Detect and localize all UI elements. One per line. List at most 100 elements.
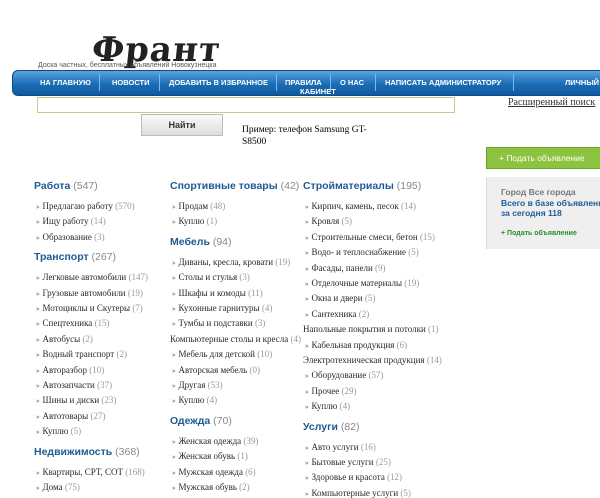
subcategory-link[interactable]: »Компьютерные столы и кресла (4) <box>170 334 301 344</box>
subcategory-link[interactable]: » Кабельная продукция (6) <box>305 340 407 350</box>
subcategory-label[interactable]: Куплю <box>179 395 207 405</box>
subcategory-label[interactable]: Куплю <box>312 401 340 411</box>
subcategory-label[interactable]: Мужская одежда <box>179 467 246 477</box>
subcategory-label[interactable]: Фасады, панели <box>312 263 376 273</box>
subcategory-link[interactable]: » Водо- и теплоснабжение (5) <box>305 247 419 257</box>
nav-about[interactable]: О НАС <box>340 78 364 87</box>
search-input[interactable] <box>37 97 455 113</box>
category-heading[interactable]: Мебель (94) <box>170 236 232 248</box>
add-ad-link[interactable]: + Подать объявление <box>501 230 577 237</box>
nav-add-favorites[interactable]: ДОБАВИТЬ В ИЗБРАННОЕ <box>169 78 268 87</box>
nav-write-admin[interactable]: НАПИСАТЬ АДМИНИСТРАТОРУ <box>385 78 501 87</box>
subcategory-link[interactable]: »Напольные покрытия и потолки (1) <box>303 324 439 334</box>
subcategory-label[interactable]: Автотовары <box>43 411 91 421</box>
category-heading[interactable]: Одежда (70) <box>170 415 232 427</box>
category-heading[interactable]: Спортивные товары (42) <box>170 180 299 192</box>
subcategory-label[interactable]: Ищу работу <box>43 216 91 226</box>
subcategory-link[interactable]: » Кухонные гарнитуры (4) <box>172 303 272 313</box>
subcategory-link[interactable]: » Автобусы (2) <box>36 334 93 344</box>
subcategory-link[interactable]: » Женская обувь (1) <box>172 451 248 461</box>
category-heading[interactable]: Услуги (82) <box>303 421 360 433</box>
subcategory-link[interactable]: » Ищу работу (14) <box>36 216 106 226</box>
subcategory-link[interactable]: » Оборудование (57) <box>305 370 383 380</box>
subcategory-label[interactable]: Здоровье и красота <box>312 472 388 482</box>
category-title[interactable]: Недвижимость <box>34 446 115 458</box>
subcategory-label[interactable]: Напольные покрытия и потолки <box>303 324 428 334</box>
subcategory-label[interactable]: Спецтехника <box>43 318 95 328</box>
subcategory-label[interactable]: Кухонные гарнитуры <box>179 303 262 313</box>
subcategory-link[interactable]: » Предлагаю работу (570) <box>36 201 135 211</box>
subcategory-label[interactable]: Куплю <box>43 426 71 436</box>
subcategory-link[interactable]: » Кирпич, камень, песок (14) <box>305 201 416 211</box>
nav-cabinet-2[interactable]: КАБИНЕТ <box>300 87 336 96</box>
subcategory-label[interactable]: Строительные смеси, бетон <box>312 232 420 242</box>
subcategory-link[interactable]: » Столы и стулья (3) <box>172 272 250 282</box>
subcategory-label[interactable]: Компьютерные услуги <box>312 488 401 498</box>
subcategory-label[interactable]: Продам <box>179 201 211 211</box>
subcategory-link[interactable]: » Диваны, кресла, кровати (19) <box>172 257 290 267</box>
subcategory-link[interactable]: » Образование (3) <box>36 232 105 242</box>
subcategory-label[interactable]: Грузовые автомобили <box>43 288 128 298</box>
subcategory-link[interactable]: » Квартиры, СРТ, СОТ (168) <box>36 467 145 477</box>
city-label[interactable]: Город Все города <box>501 187 576 197</box>
subcategory-link[interactable]: » Продам (48) <box>172 201 225 211</box>
category-title[interactable]: Работа <box>34 180 73 192</box>
subcategory-link[interactable]: » Куплю (4) <box>305 401 350 411</box>
subcategory-label[interactable]: Столы и стулья <box>179 272 240 282</box>
subcategory-label[interactable]: Компьютерные столы и кресла <box>170 334 291 344</box>
subcategory-link[interactable]: » Грузовые автомобили (19) <box>36 288 143 298</box>
subcategory-label[interactable]: Авторазбор <box>43 365 90 375</box>
subcategory-link[interactable]: » Шкафы и комоды (11) <box>172 288 263 298</box>
category-title[interactable]: Мебель <box>170 236 213 248</box>
subcategory-label[interactable]: Женская обувь <box>179 451 238 461</box>
subcategory-label[interactable]: Кровля <box>312 216 342 226</box>
subcategory-label[interactable]: Мужская обувь <box>179 482 240 492</box>
subcategory-link[interactable]: » Куплю (1) <box>172 216 217 226</box>
subcategory-link[interactable]: » Бытовые услуги (25) <box>305 457 391 467</box>
subcategory-link[interactable]: » Мотоциклы и Скутеры (7) <box>36 303 143 313</box>
subcategory-link[interactable]: » Сантехника (2) <box>305 309 369 319</box>
subcategory-link[interactable]: » Здоровье и красота (12) <box>305 472 402 482</box>
subcategory-label[interactable]: Окна и двери <box>312 293 365 303</box>
subcategory-label[interactable]: Водо- и теплоснабжение <box>312 247 409 257</box>
subcategory-link[interactable]: » Строительные смеси, бетон (15) <box>305 232 435 242</box>
subcategory-link[interactable]: » Мужская одежда (6) <box>172 467 256 477</box>
subcategory-label[interactable]: Диваны, кресла, кровати <box>179 257 276 267</box>
subcategory-label[interactable]: Кирпич, камень, песок <box>312 201 401 211</box>
nav-cabinet-1[interactable]: ЛИЧНЫЙ <box>565 78 599 87</box>
subcategory-label[interactable]: Мебель для детской <box>179 349 258 359</box>
subcategory-link[interactable]: » Компьютерные услуги (5) <box>305 488 411 498</box>
subcategory-label[interactable]: Отделочные материалы <box>312 278 405 288</box>
category-title[interactable]: Услуги <box>303 421 341 433</box>
subcategory-label[interactable]: Оборудование <box>312 370 369 380</box>
subcategory-link[interactable]: » Дома (75) <box>36 482 80 492</box>
subcategory-label[interactable]: Предлагаю работу <box>43 201 116 211</box>
subcategory-link[interactable]: » Фасады, панели (9) <box>305 263 386 273</box>
subcategory-link[interactable]: » Водный транспорт (2) <box>36 349 127 359</box>
category-title[interactable]: Спортивные товары <box>170 180 281 192</box>
subcategory-label[interactable]: Прочее <box>312 386 342 396</box>
subcategory-link[interactable]: » Мебель для детской (10) <box>172 349 272 359</box>
category-heading[interactable]: Транспорт (267) <box>34 251 116 263</box>
category-title[interactable]: Стройматериалы <box>303 180 397 192</box>
category-title[interactable]: Транспорт <box>34 251 92 263</box>
subcategory-label[interactable]: Женская одежда <box>179 436 244 446</box>
subcategory-label[interactable]: Шины и диски <box>43 395 102 405</box>
nav-news[interactable]: НОВОСТИ <box>112 78 150 87</box>
subcategory-link[interactable]: » Автозапчасти (37) <box>36 380 112 390</box>
nav-home[interactable]: НА ГЛАВНУЮ <box>40 78 91 87</box>
subcategory-label[interactable]: Шкафы и комоды <box>179 288 249 298</box>
subcategory-link[interactable]: » Автотовары (27) <box>36 411 105 421</box>
subcategory-label[interactable]: Квартиры, СРТ, СОТ <box>43 467 126 477</box>
subcategory-link[interactable]: » Женская одежда (39) <box>172 436 258 446</box>
subcategory-link[interactable]: » Тумбы и подставки (3) <box>172 318 265 328</box>
subcategory-label[interactable]: Сантехника <box>312 309 359 319</box>
category-heading[interactable]: Работа (547) <box>34 180 98 192</box>
subcategory-link[interactable]: » Мужская обувь (2) <box>172 482 250 492</box>
add-ad-button[interactable]: + Подать объявление <box>486 147 600 169</box>
search-button[interactable]: Найти <box>141 114 223 136</box>
subcategory-link[interactable]: » Кровля (5) <box>305 216 352 226</box>
subcategory-link[interactable]: » Окна и двери (5) <box>305 293 375 303</box>
subcategory-label[interactable]: Авто услуги <box>312 442 361 452</box>
subcategory-label[interactable]: Легковые автомобили <box>43 272 129 282</box>
